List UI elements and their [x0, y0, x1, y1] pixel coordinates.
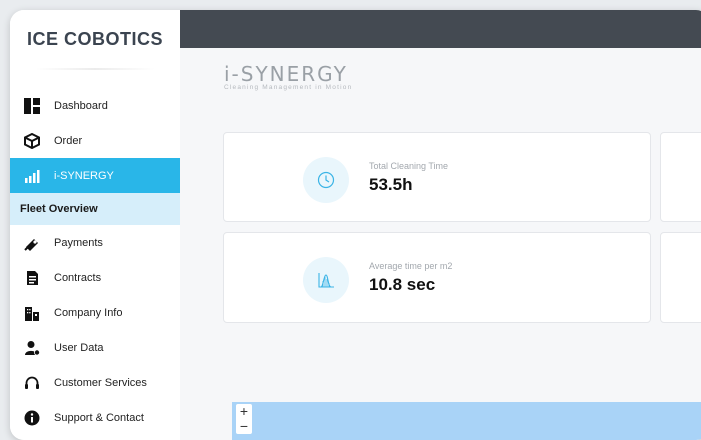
- map-view[interactable]: + −: [232, 402, 701, 440]
- sidebar-item-label: i-SYNERGY: [54, 169, 114, 182]
- sidebar-item-label: Contracts: [54, 271, 102, 284]
- clock-icon: [303, 157, 349, 203]
- chart-icon: [303, 257, 349, 303]
- main-content: i-SYNERGY Cleaning Management in Motion …: [180, 48, 701, 440]
- sidebar-item-label: Support & Contact: [54, 411, 144, 424]
- zoom-in-button[interactable]: +: [236, 404, 252, 419]
- stat-card-total-cleaning-time: Total Cleaning Time 53.5h: [223, 132, 651, 222]
- sidebar-item-payments[interactable]: Payments: [10, 225, 180, 260]
- stat-card-partial: [660, 132, 701, 222]
- product-brand: i-SYNERGY Cleaning Management in Motion: [224, 62, 352, 91]
- stat-label: Total Cleaning Time: [369, 161, 449, 171]
- zoom-out-button[interactable]: −: [236, 419, 252, 434]
- sidebar-subitem-fleet-overview[interactable]: Fleet Overview: [10, 193, 180, 225]
- sidebar: ICE COBOTICS Dashboard Order i-SYNERGY F…: [10, 10, 181, 440]
- top-bar: [180, 10, 701, 48]
- map-zoom-control: + −: [236, 404, 252, 434]
- building-icon: [24, 305, 40, 321]
- app-window: ICE COBOTICS Dashboard Order i-SYNERGY F…: [10, 10, 701, 440]
- dashboard-icon: [24, 97, 40, 114]
- signal-bars-icon: [24, 168, 40, 184]
- info-icon: [24, 410, 40, 426]
- stat-value: 53.5h: [369, 175, 413, 194]
- sidebar-item-label: Dashboard: [54, 99, 108, 112]
- product-title: i-SYNERGY: [224, 62, 348, 86]
- box-icon: [24, 132, 40, 149]
- brand-logo: ICE COBOTICS: [26, 28, 163, 49]
- sidebar-item-isynergy[interactable]: i-SYNERGY: [10, 158, 180, 193]
- sidebar-item-label: Company Info: [54, 306, 123, 319]
- payment-icon: [24, 235, 40, 251]
- headset-icon: [24, 375, 40, 391]
- logo-divider: [35, 68, 155, 70]
- product-tagline: Cleaning Management in Motion: [224, 84, 353, 91]
- user-icon: [24, 340, 40, 356]
- stat-value: 10.8 sec: [369, 275, 436, 294]
- document-icon: [24, 270, 40, 286]
- sidebar-item-dashboard[interactable]: Dashboard: [10, 88, 180, 123]
- sidebar-item-label: Order: [54, 134, 83, 147]
- stat-card-average-time: Average time per m2 10.8 sec: [223, 232, 651, 323]
- stat-card-partial: [660, 232, 701, 323]
- sidebar-item-order[interactable]: Order: [10, 123, 180, 158]
- sidebar-nav: Dashboard Order i-SYNERGY Fleet Overview: [10, 88, 180, 435]
- sidebar-item-support-contact[interactable]: Support & Contact: [10, 400, 180, 435]
- sidebar-item-label: Customer Services: [54, 376, 147, 389]
- sidebar-item-customer-services[interactable]: Customer Services: [10, 365, 180, 400]
- sidebar-item-company-info[interactable]: Company Info: [10, 295, 180, 330]
- sidebar-item-label: Payments: [54, 236, 103, 249]
- sidebar-item-contracts[interactable]: Contracts: [10, 260, 180, 295]
- sidebar-item-user-data[interactable]: User Data: [10, 330, 180, 365]
- sidebar-item-label: User Data: [54, 341, 104, 354]
- stat-label: Average time per m2: [369, 261, 453, 271]
